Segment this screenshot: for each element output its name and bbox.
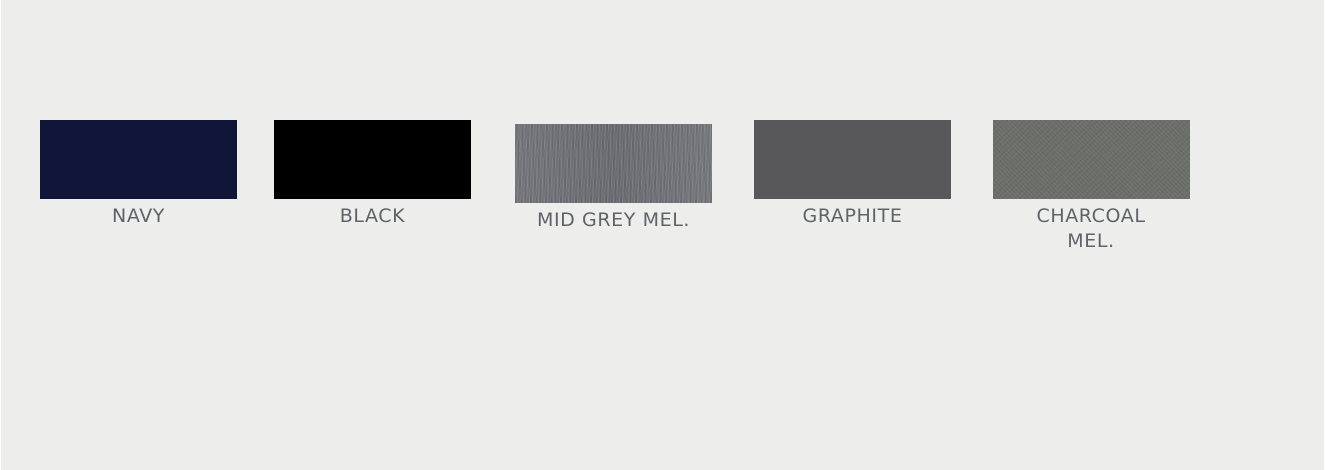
colour-chip: [993, 120, 1190, 199]
colour-chip: [754, 120, 951, 199]
swatch-label: MID GREY MEL.: [536, 209, 691, 231]
swatch-graphite: GRAPHITE: [754, 120, 951, 229]
colour-swatch-panel: NAVY BLACK MID GREY MEL. GRAPHITE CHARCO…: [1, 0, 1324, 470]
colour-chip: [515, 124, 712, 203]
swatch-label: BLACK: [339, 205, 406, 227]
swatch-black: BLACK: [274, 120, 471, 229]
swatch-label: NAVY: [112, 205, 165, 227]
swatch-label: GRAPHITE: [802, 205, 903, 227]
colour-chip: [274, 120, 471, 199]
swatch-navy: NAVY: [40, 120, 237, 229]
colour-chip: [40, 120, 237, 199]
swatch-charcoal-melange: CHARCOAL MEL.: [993, 120, 1190, 254]
swatch-label: CHARCOAL MEL.: [1036, 205, 1146, 252]
swatch-mid-grey-melange: MID GREY MEL.: [515, 124, 712, 233]
